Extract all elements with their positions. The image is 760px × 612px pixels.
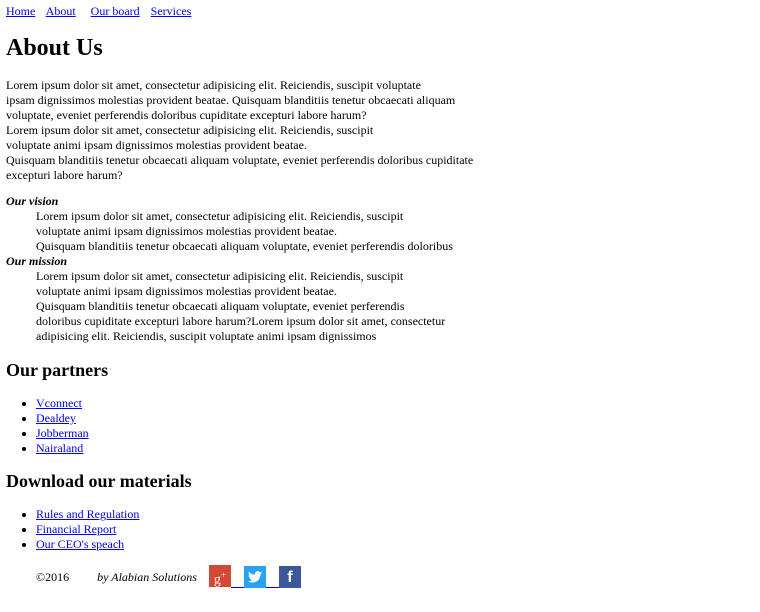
twitter-icon <box>243 566 266 588</box>
material-link[interactable]: Our CEO's speach <box>36 537 124 551</box>
mission-line: doloribus cupiditate excepturi labore ha… <box>36 314 446 328</box>
partner-link[interactable]: Vconnect <box>36 396 82 410</box>
list-item: Rules and Regulation <box>36 507 139 522</box>
vision-line: voluptate animi ipsam dignissimos molest… <box>36 224 337 238</box>
list-item: Financial Report <box>36 522 139 537</box>
partners-heading: Our partners <box>6 360 109 380</box>
partner-link[interactable]: Nairaland <box>36 441 83 455</box>
mission-term: Our mission <box>6 254 68 268</box>
list-item: Nairaland <box>36 441 89 456</box>
material-link[interactable]: Rules and Regulation <box>36 507 139 521</box>
twitter-link[interactable] <box>243 566 266 588</box>
vision-line: Lorem ipsum dolor sit amet, consectetur … <box>36 209 404 223</box>
intro-line: Lorem ipsum dolor sit amet, consectetur … <box>6 123 374 137</box>
page-title: About Us <box>6 35 103 61</box>
intro-line: voluptate, eveniet perferendis doloribus… <box>6 108 367 122</box>
intro-line: excepturi labore harum? <box>6 168 123 182</box>
vision-description: Lorem ipsum dolor sit amet, consectetur … <box>36 209 453 254</box>
materials-list: Rules and Regulation Financial Report Ou… <box>6 507 139 552</box>
copyright: ©2016 <box>36 570 70 584</box>
partner-link[interactable]: Dealdey <box>36 411 76 425</box>
list-item: Vconnect <box>36 396 89 411</box>
facebook-link[interactable]: f <box>278 566 301 588</box>
vision-mission-list: Our vision Lorem ipsum dolor sit amet, c… <box>6 194 453 344</box>
nav-about[interactable]: About <box>46 4 76 18</box>
link-underline-separator <box>230 586 244 588</box>
intro-line: Quisquam blanditiis tenetur obcaecati al… <box>6 153 474 167</box>
facebook-icon: f <box>278 566 301 588</box>
top-nav: Home About Our board Services <box>6 4 199 19</box>
nav-our-board[interactable]: Our board <box>91 4 140 18</box>
partner-link[interactable]: Jobberman <box>36 426 89 440</box>
list-item: Our CEO's speach <box>36 537 139 552</box>
mission-line: voluptate animi ipsam dignissimos molest… <box>36 284 337 298</box>
credit: by Alabian Solutions <box>97 570 197 584</box>
intro-line: ipsam dignissimos molestias provident be… <box>6 93 456 107</box>
google-plus-link[interactable]: g+ <box>208 565 231 588</box>
google-plus-icon: g+ <box>208 565 231 588</box>
mission-line: adipisicing elit. Reiciendis, suscipit v… <box>36 329 377 343</box>
materials-heading: Download our materials <box>6 471 192 491</box>
intro-paragraph: Lorem ipsum dolor sit amet, consectetur … <box>6 78 473 183</box>
intro-line: voluptate animi ipsam dignissimos molest… <box>6 138 307 152</box>
mission-line: Lorem ipsum dolor sit amet, consectetur … <box>36 269 404 283</box>
intro-line: Lorem ipsum dolor sit amet, consectetur … <box>6 78 421 92</box>
list-item: Dealdey <box>36 411 89 426</box>
footer: ©2016 by Alabian Solutions g+ f <box>36 564 301 588</box>
link-underline-separator <box>265 586 279 588</box>
material-link[interactable]: Financial Report <box>36 522 116 536</box>
vision-term: Our vision <box>6 194 59 208</box>
nav-services[interactable]: Services <box>151 4 192 18</box>
vision-line: Quisquam blanditiis tenetur obcaecati al… <box>36 239 453 253</box>
social-links: g+ f <box>208 565 301 588</box>
partners-list: Vconnect Dealdey Jobberman Nairaland <box>6 396 89 456</box>
mission-description: Lorem ipsum dolor sit amet, consectetur … <box>36 269 453 344</box>
list-item: Jobberman <box>36 426 89 441</box>
nav-home[interactable]: Home <box>6 4 35 18</box>
mission-line: Quisquam blanditiis tenetur obcaecati al… <box>36 299 405 313</box>
